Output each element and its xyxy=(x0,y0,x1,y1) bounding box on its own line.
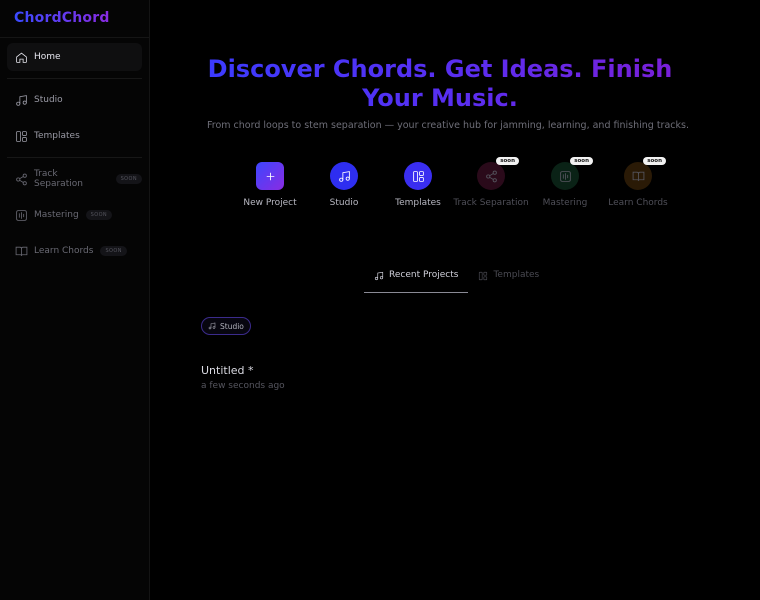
mastering-icon xyxy=(15,209,28,222)
action-label: Studio xyxy=(329,198,359,208)
project-title[interactable]: Untitled * xyxy=(201,364,254,377)
tab-templates[interactable]: Templates xyxy=(468,270,549,293)
music-note-icon xyxy=(208,322,216,330)
learn-chords-button[interactable]: soon Learn Chords xyxy=(598,157,678,209)
project-timestamp: a few seconds ago xyxy=(201,381,285,391)
soon-badge: SOON xyxy=(85,210,113,220)
action-label: Track Separation xyxy=(453,198,529,208)
mastering-tile[interactable]: soon xyxy=(551,157,593,190)
studio-tile[interactable] xyxy=(330,162,358,190)
music-note-icon xyxy=(374,271,384,281)
music-note-icon xyxy=(15,94,28,107)
action-label: New Project xyxy=(243,198,297,208)
split-icon xyxy=(485,170,497,182)
tab-label: Recent Projects xyxy=(389,270,459,280)
sidebar-item-label: Mastering xyxy=(34,210,79,220)
project-type-chip: Studio xyxy=(201,317,251,335)
divider xyxy=(0,37,149,38)
templates-button[interactable]: Templates xyxy=(378,162,458,209)
tab-bar: Recent Projects Templates xyxy=(364,270,549,293)
sidebar-item-track-separation[interactable]: Track Separation SOON xyxy=(7,165,142,193)
book-icon xyxy=(632,171,644,181)
sidebar-item-label: Learn Chords xyxy=(34,246,94,256)
layout-icon xyxy=(412,170,424,182)
app-logo[interactable]: ChordChord xyxy=(14,10,110,26)
home-icon xyxy=(15,51,28,64)
action-label: Learn Chords xyxy=(608,198,668,208)
music-note-icon xyxy=(338,170,350,182)
sidebar: ChordChord Home Studio Templates Track S… xyxy=(0,0,150,600)
soon-badge: soon xyxy=(570,157,593,165)
split-icon xyxy=(15,173,28,186)
learn-chords-tile[interactable]: soon xyxy=(624,157,666,190)
track-separation-tile[interactable]: soon xyxy=(477,157,519,190)
divider xyxy=(7,157,142,158)
sidebar-item-studio[interactable]: Studio xyxy=(7,86,142,114)
sidebar-item-label: Templates xyxy=(34,131,80,141)
soon-badge: SOON xyxy=(100,246,127,256)
tab-label: Templates xyxy=(493,270,540,280)
sidebar-item-label: Studio xyxy=(34,95,63,105)
sidebar-item-templates[interactable]: Templates xyxy=(7,122,142,150)
soon-badge: soon xyxy=(643,157,666,165)
action-label: Templates xyxy=(395,198,441,208)
chip-label: Studio xyxy=(220,321,244,331)
page-title: Discover Chords. Get Ideas. Finish Your … xyxy=(200,55,680,113)
mastering-button[interactable]: soon Mastering xyxy=(525,157,605,209)
page-subtitle: From chord loops to stem separation — yo… xyxy=(207,120,689,131)
new-project-button[interactable]: New Project xyxy=(230,162,310,209)
sidebar-item-label: Home xyxy=(34,52,61,62)
tab-recent-projects[interactable]: Recent Projects xyxy=(364,270,469,293)
layout-icon xyxy=(478,271,488,281)
templates-tile[interactable] xyxy=(404,162,432,190)
layout-icon xyxy=(15,130,28,143)
soon-badge: soon xyxy=(496,157,519,165)
studio-button[interactable]: Studio xyxy=(304,162,384,209)
plus-icon xyxy=(266,172,274,180)
sidebar-item-learn-chords[interactable]: Learn Chords SOON xyxy=(7,237,142,265)
soon-badge: SOON xyxy=(115,174,142,184)
sidebar-item-mastering[interactable]: Mastering SOON xyxy=(7,201,142,229)
divider xyxy=(7,78,142,79)
mastering-icon xyxy=(559,170,571,182)
sidebar-item-label: Track Separation xyxy=(34,169,83,189)
book-icon xyxy=(15,245,28,258)
new-project-tile[interactable] xyxy=(256,162,284,190)
track-separation-button[interactable]: soon Track Separation xyxy=(451,157,531,209)
sidebar-item-home[interactable]: Home xyxy=(7,43,142,71)
action-label: Mastering xyxy=(542,198,588,208)
